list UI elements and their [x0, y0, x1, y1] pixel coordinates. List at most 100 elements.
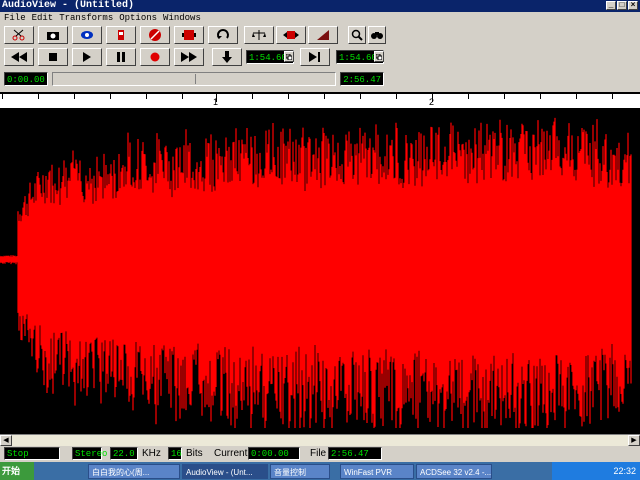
file-display: 2:56.47: [328, 447, 382, 460]
find-button[interactable]: [368, 26, 386, 44]
task-button-winfast[interactable]: WinFast PVR: [340, 463, 414, 479]
scissors-icon: [12, 29, 25, 41]
slider-divider: [195, 74, 196, 84]
time-a-toggle[interactable]: [284, 51, 294, 62]
time-ruler[interactable]: 1 2: [0, 92, 640, 108]
fast-forward-button[interactable]: [174, 48, 204, 66]
menu-bar: File Edit Transforms Options Windows: [0, 12, 640, 24]
task-button-music[interactable]: 白白我的心(周...: [88, 463, 180, 479]
position-slider[interactable]: [52, 72, 336, 86]
task-label: 音量控制: [274, 467, 306, 477]
title-bar[interactable]: AudioView - (Untitled) _ □ ×: [0, 0, 640, 12]
pause-button[interactable]: [106, 48, 136, 66]
menu-transforms[interactable]: Transforms: [59, 12, 113, 24]
snapshot-button[interactable]: [38, 26, 68, 44]
marker-icon: [118, 30, 124, 40]
task-button-volume[interactable]: 音量控制: [270, 463, 330, 479]
record-icon: [150, 52, 160, 62]
bits-display: 16: [168, 447, 182, 460]
stop-button[interactable]: [38, 48, 68, 66]
play-icon: [83, 52, 91, 62]
time-b-toggle[interactable]: [374, 51, 384, 62]
fade-button[interactable]: [308, 26, 338, 44]
time-display-b-value: 1:54.60: [339, 53, 377, 63]
menu-windows[interactable]: Windows: [163, 12, 201, 24]
magnifier-icon: [351, 29, 363, 41]
monitor-button[interactable]: [174, 26, 204, 44]
ruler-label-2: 2: [429, 97, 435, 107]
rewind-button[interactable]: [4, 48, 34, 66]
menu-options[interactable]: Options: [119, 12, 157, 24]
task-button-audioview[interactable]: AudioView - (Unt...: [182, 463, 268, 479]
waveform-graph: [0, 117, 632, 428]
audioview-window: AudioView - (Untitled) _ □ × File Edit T…: [0, 0, 640, 480]
channels-value: Stereo: [75, 449, 108, 459]
record-settings-button[interactable]: [140, 26, 170, 44]
waveform-trace: [0, 117, 632, 428]
horizontal-scrollbar[interactable]: ◀ ▶: [0, 434, 640, 446]
window-controls: _ □ ×: [606, 1, 638, 10]
rate-value: 22.0: [113, 449, 135, 459]
system-tray[interactable]: 22:32: [552, 462, 640, 480]
menu-file[interactable]: File: [4, 12, 26, 24]
fast-forward-icon: [181, 52, 197, 62]
current-display: 0:00.00: [248, 447, 300, 460]
undo-button[interactable]: [208, 26, 238, 44]
stretch-icon: [283, 31, 299, 39]
close-button[interactable]: ×: [628, 1, 638, 10]
copy-icon: [376, 53, 382, 60]
play-button[interactable]: [72, 48, 102, 66]
current-value: 0:00.00: [251, 449, 289, 459]
marker-button[interactable]: [106, 26, 136, 44]
cut-button[interactable]: [4, 26, 34, 44]
windows-taskbar: 开始 白白我的心(周... AudioView - (Unt... 音量控制 W…: [0, 462, 640, 480]
arrow-down-icon: [222, 51, 232, 63]
stop-icon: [49, 53, 57, 61]
start-label: 开始: [2, 466, 21, 476]
bits-value: 16: [171, 449, 182, 459]
state-display: Stop: [4, 447, 60, 460]
scroll-right-arrow[interactable]: ▶: [628, 435, 640, 446]
scroll-left-arrow[interactable]: ◀: [0, 435, 12, 446]
position-display: 0:00.00: [4, 72, 48, 86]
rewind-icon: [11, 52, 27, 62]
balance-button[interactable]: [244, 26, 274, 44]
balance-icon: [252, 30, 266, 40]
task-label: AudioView - (Unt...: [186, 467, 253, 477]
waveform-view[interactable]: [0, 108, 640, 434]
file-value: 2:56.47: [331, 449, 369, 459]
bits-unit-label: Bits: [186, 448, 203, 459]
undo-icon: [217, 29, 229, 39]
zoom-button[interactable]: [348, 26, 366, 44]
length-display: 2:56.47: [340, 72, 384, 86]
next-marker-button[interactable]: [300, 48, 330, 66]
task-button-acdsee[interactable]: ACDSee 32 v2.4 -...: [416, 463, 492, 479]
minimize-button[interactable]: _: [606, 1, 616, 10]
channels-display: Stereo: [72, 447, 107, 460]
stretch-button[interactable]: [276, 26, 306, 44]
record-disc-icon: [149, 29, 161, 41]
record-button[interactable]: [140, 48, 170, 66]
toolbar-area: 1:54.60 1:54.60 0:00.00 2:56.47: [0, 24, 640, 88]
goto-button[interactable]: [212, 48, 242, 66]
rate-unit-label: KHz: [142, 448, 161, 459]
binoculars-icon: [371, 32, 383, 39]
task-label: 白白我的心(周...: [92, 467, 150, 477]
clock: 22:32: [613, 466, 636, 476]
monitor-icon: [182, 30, 196, 40]
time-display-a-value: 1:54.60: [249, 53, 287, 63]
window-title: AudioView - (Untitled): [2, 0, 135, 11]
camera-icon: [47, 32, 59, 40]
maximize-button[interactable]: □: [617, 1, 627, 10]
current-label: Current: [214, 448, 248, 459]
pause-icon: [117, 52, 125, 62]
task-label: ACDSee 32 v2.4 -...: [420, 467, 492, 477]
menu-edit[interactable]: Edit: [32, 12, 54, 24]
loop-icon: [81, 31, 93, 39]
ruler-label-1: 1: [213, 97, 219, 107]
state-value: Stop: [7, 449, 29, 459]
start-button[interactable]: 开始: [0, 462, 34, 480]
loop-button[interactable]: [72, 26, 102, 44]
fade-ramp-icon: [317, 30, 329, 40]
copy-icon: [286, 53, 292, 60]
